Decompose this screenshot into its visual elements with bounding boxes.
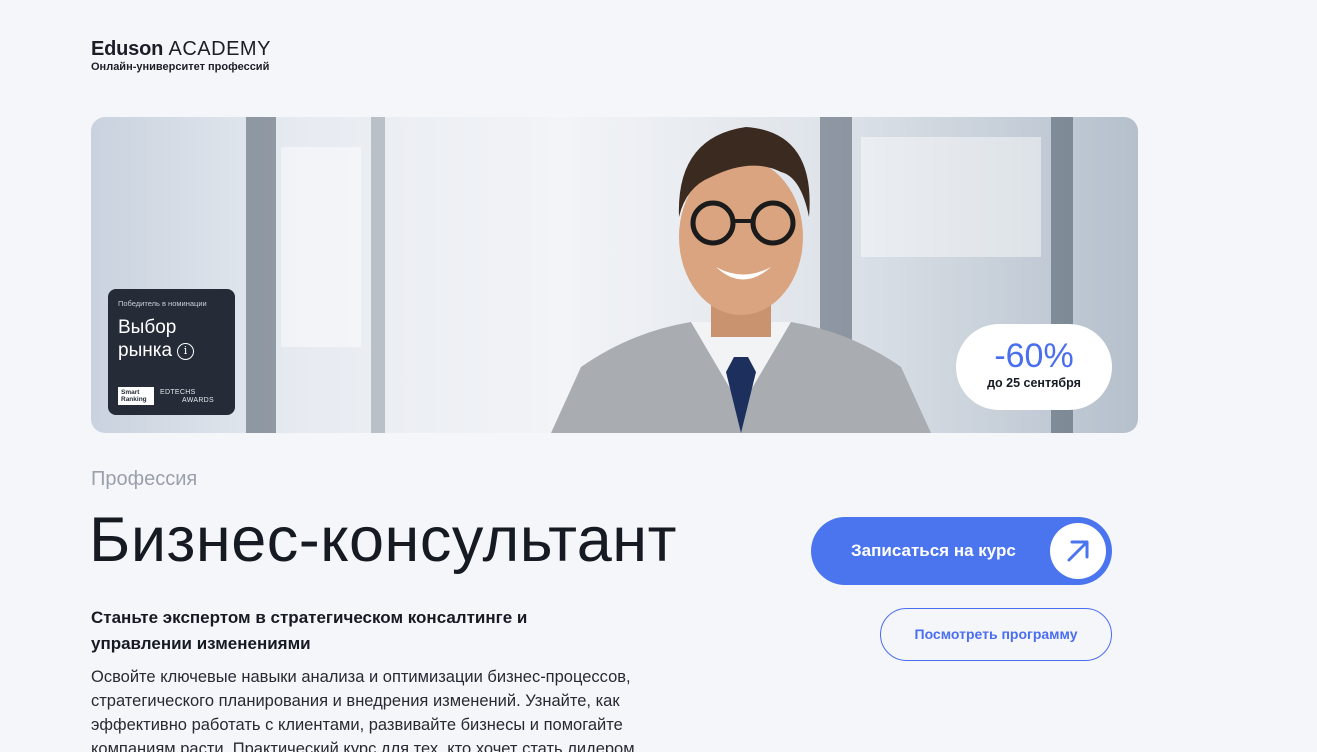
edtechs-logo-line2: AWARDS — [182, 397, 215, 404]
discount-value: -60% — [994, 337, 1074, 375]
course-title: Бизнес-консультант — [89, 505, 677, 575]
enroll-button-label: Записаться на курс — [851, 541, 1016, 560]
award-logos: Smart Ranking EDTECHS AWARDS — [118, 387, 214, 405]
hero-banner: Победитель в номинации Выбор рынка i Smar… — [91, 117, 1138, 433]
award-title-line1: Выбор — [118, 317, 177, 338]
logo-tagline: Онлайн-университет профессий — [91, 61, 270, 73]
site-logo[interactable]: Eduson ACADEMY Онлайн-университет профес… — [91, 38, 271, 73]
logo-academy: ACADEMY — [168, 38, 271, 60]
logo-wordmark: Eduson ACADEMY — [91, 38, 271, 60]
smart-ranking-logo: Smart Ranking — [118, 387, 154, 405]
arrow-up-right-icon — [1050, 523, 1106, 579]
award-title-line2: рынка i — [118, 339, 225, 362]
edtechs-awards-logo: EDTECHS AWARDS — [160, 389, 214, 405]
view-program-button[interactable]: Посмотреть программу — [880, 608, 1112, 661]
info-icon[interactable]: i — [177, 343, 195, 360]
edtechs-logo-line1: EDTECHS — [160, 389, 196, 396]
discount-deadline: до 25 сентября — [987, 376, 1081, 390]
logo-brand: Eduson — [91, 38, 164, 60]
window-frame — [246, 117, 276, 433]
enroll-button[interactable]: Записаться на курс — [811, 517, 1112, 585]
award-badge[interactable]: Победитель в номинации Выбор рынка i Smar… — [108, 289, 235, 415]
award-caption: Победитель в номинации — [118, 299, 207, 308]
window-frame — [371, 117, 385, 433]
course-description: Освойте ключевые навыки анализа и оптими… — [91, 668, 635, 752]
course-kicker: Профессия — [91, 468, 198, 490]
award-title: Выбор рынка i — [118, 316, 225, 362]
award-title-line2-text: рынка — [118, 340, 173, 361]
window-pane — [281, 147, 361, 347]
course-lead: Станьте экспертом в стратегическом конса… — [91, 608, 528, 653]
discount-badge: -60% до 25 сентября — [956, 324, 1112, 410]
consultant-photo — [551, 127, 931, 433]
